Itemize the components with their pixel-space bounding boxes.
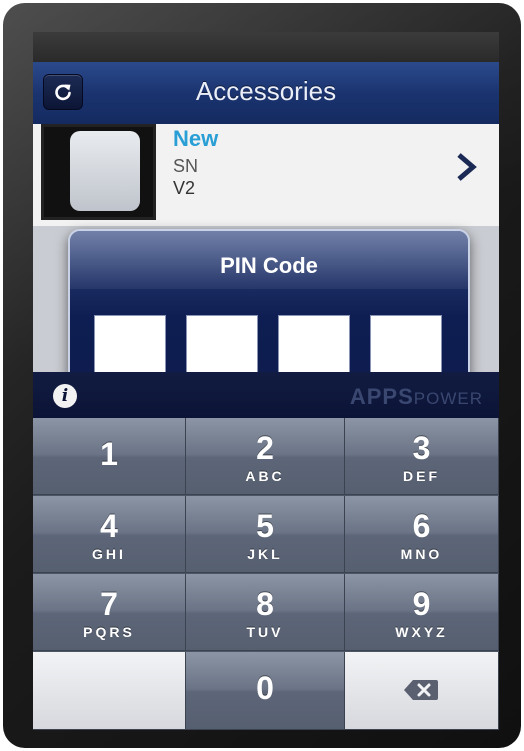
key-blank <box>33 652 186 730</box>
info-icon[interactable]: i <box>53 384 77 408</box>
key-digit: 6 <box>412 508 431 544</box>
status-bar <box>33 32 499 62</box>
key-7[interactable]: 7 PQRS <box>33 574 186 651</box>
key-1[interactable]: 1 <box>33 418 186 495</box>
key-letters: JKL <box>247 546 283 562</box>
accessory-serial-label: SN <box>173 156 199 176</box>
accessory-list-item[interactable]: New SN V2 <box>33 124 499 226</box>
chevron-right-icon <box>457 153 477 181</box>
accessory-version: V2 <box>173 178 196 198</box>
key-letters: TUV <box>246 624 284 640</box>
navigation-bar: Accessories <box>33 62 499 125</box>
brand-sub: POWER <box>413 389 483 408</box>
accessory-title: New <box>173 126 219 151</box>
key-2[interactable]: 2 ABC <box>186 418 345 495</box>
key-3[interactable]: 3 DEF <box>345 418 499 495</box>
key-letters: GHI <box>92 546 126 562</box>
nav-title: Accessories <box>195 76 337 106</box>
key-digit: 9 <box>412 586 431 622</box>
key-digit: 8 <box>256 586 274 622</box>
key-5[interactable]: 5 JKL <box>186 496 345 573</box>
key-letters: PQRS <box>83 624 135 640</box>
key-9[interactable]: 9 WXYZ <box>345 574 499 651</box>
key-letters: DEF <box>403 468 440 484</box>
key-letters: ABC <box>245 468 285 484</box>
pin-dialog-title: PIN Code <box>220 253 318 278</box>
device-image <box>70 131 140 211</box>
key-letters: WXYZ <box>395 624 448 640</box>
key-digit: 1 <box>100 436 118 472</box>
key-digit: 5 <box>256 508 274 544</box>
key-6[interactable]: 6 MNO <box>345 496 499 573</box>
key-4[interactable]: 4 GHI <box>33 496 186 573</box>
backspace-icon <box>404 680 438 700</box>
key-digit: 3 <box>412 430 431 466</box>
key-digit: 4 <box>100 508 118 544</box>
delete-key[interactable] <box>345 652 499 730</box>
key-letters: MNO <box>400 546 443 562</box>
app-screen: Accessories New SN V2 PIN Code i APPSPOW… <box>33 32 499 730</box>
key-8[interactable]: 8 TUV <box>186 574 345 651</box>
key-digit: 7 <box>100 586 118 622</box>
accessory-thumbnail <box>41 124 156 220</box>
info-bar: i APPSPOWER <box>33 372 499 418</box>
numeric-keypad: 1 2 ABC 3 DEF 4 GHI 5 JKL 6 MNO 7 PQRS 8… <box>33 418 499 730</box>
key-0[interactable]: 0 <box>186 652 345 730</box>
brand-logo: APPSPOWER <box>350 384 483 410</box>
content-area: New SN V2 PIN Code <box>33 124 499 447</box>
brand-main: APPS <box>349 384 414 409</box>
key-digit: 2 <box>256 430 274 466</box>
key-digit: 0 <box>256 670 274 706</box>
